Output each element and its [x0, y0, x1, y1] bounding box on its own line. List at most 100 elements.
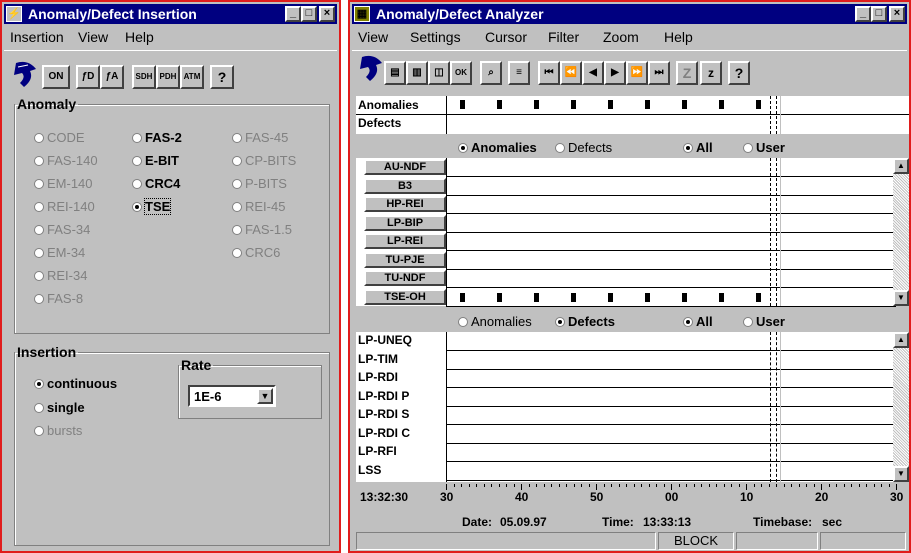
- cursor-line-b[interactable]: [776, 96, 778, 134]
- scroll-up-icon[interactable]: ▲: [893, 332, 909, 348]
- anomaly-radio[interactable]: FAS-140: [34, 153, 98, 168]
- search-icon[interactable]: ⌕: [480, 61, 502, 85]
- radio-single[interactable]: single: [34, 400, 85, 415]
- cursor-line-b[interactable]: [776, 332, 778, 482]
- menu-settings[interactable]: Settings: [410, 29, 461, 45]
- sdh-button[interactable]: SDH: [132, 65, 156, 89]
- filter1-user[interactable]: User: [743, 140, 785, 155]
- row-label[interactable]: LP-REI: [364, 233, 446, 249]
- fast-back-icon[interactable]: ⏪: [560, 61, 582, 85]
- scroll-up-icon[interactable]: ▲: [893, 158, 909, 174]
- menu-help[interactable]: Help: [664, 29, 693, 45]
- split-view-icon[interactable]: ◫: [428, 61, 450, 85]
- axis-tick-mark: [701, 484, 702, 487]
- atm-button[interactable]: ATM: [180, 65, 204, 89]
- table-view-icon[interactable]: ▥: [406, 61, 428, 85]
- zoom-in-button[interactable]: z: [700, 61, 722, 85]
- row-label[interactable]: TU-PJE: [364, 252, 446, 268]
- anomaly-radio[interactable]: FAS-34: [34, 222, 90, 237]
- anomaly-radio[interactable]: FAS-2: [132, 130, 182, 145]
- first-icon[interactable]: ⏮: [538, 61, 560, 85]
- cursor-line-a[interactable]: [770, 332, 772, 482]
- anomaly-radio[interactable]: EM-34: [34, 245, 85, 260]
- insertion-title-bar[interactable]: ⚡ Anomaly/Defect Insertion _ □ ×: [4, 4, 337, 24]
- menu-cursor[interactable]: Cursor: [485, 29, 527, 45]
- last-icon[interactable]: ⏭: [648, 61, 670, 85]
- menu-help[interactable]: Help: [125, 29, 154, 45]
- cursor-line-a[interactable]: [770, 158, 772, 306]
- row-label[interactable]: TU-NDF: [364, 270, 446, 286]
- anomaly-radio-dot: [232, 133, 242, 143]
- pdh-button[interactable]: PDH: [156, 65, 180, 89]
- anomaly-radio-label: E-BIT: [145, 153, 179, 168]
- list-filter-icon[interactable]: ≡: [508, 61, 530, 85]
- filter2-anomalies[interactable]: Anomalies: [458, 314, 532, 329]
- insert-defect-button[interactable]: ƒD: [76, 65, 100, 89]
- filter2-all[interactable]: All: [683, 314, 713, 329]
- scroll-track[interactable]: [893, 348, 909, 466]
- minimize-button[interactable]: _: [855, 6, 871, 22]
- anomaly-radio[interactable]: FAS-1.5: [232, 222, 292, 237]
- anomaly-radio[interactable]: EM-140: [34, 176, 93, 191]
- row-gridline: [446, 176, 896, 177]
- chevron-down-icon[interactable]: ▼: [257, 388, 273, 404]
- zoom-out-button[interactable]: Z: [676, 61, 698, 85]
- cursor-line-b[interactable]: [776, 158, 778, 306]
- menu-view[interactable]: View: [358, 29, 388, 45]
- anomaly-radio[interactable]: REI-140: [34, 199, 95, 214]
- filter1-anomalies[interactable]: Anomalies: [458, 140, 537, 155]
- anomaly-radio[interactable]: REI-34: [34, 268, 87, 283]
- scroll-down-icon[interactable]: ▼: [893, 466, 909, 482]
- maximize-button[interactable]: □: [871, 6, 887, 22]
- anomaly-radio[interactable]: REI-45: [232, 199, 285, 214]
- radio-bursts[interactable]: bursts: [34, 423, 82, 438]
- filter1-all[interactable]: All: [683, 140, 713, 155]
- row-label[interactable]: LP-BIP: [364, 215, 446, 231]
- row-label[interactable]: TSE-OH: [364, 289, 446, 305]
- forward-icon[interactable]: ▶: [604, 61, 626, 85]
- maximize-button[interactable]: □: [301, 6, 317, 22]
- filter2-defects[interactable]: Defects: [555, 314, 615, 329]
- ok-icon[interactable]: OK: [450, 61, 472, 85]
- insert-anomaly-button[interactable]: ƒA: [100, 65, 124, 89]
- menu-filter[interactable]: Filter: [548, 29, 579, 45]
- back-icon[interactable]: ◀: [582, 61, 604, 85]
- anomaly-radio[interactable]: CP-BITS: [232, 153, 296, 168]
- scroll-track[interactable]: [893, 174, 909, 290]
- menu-zoom[interactable]: Zoom: [603, 29, 639, 45]
- close-button[interactable]: ×: [889, 6, 905, 22]
- row-label[interactable]: HP-REI: [364, 196, 446, 212]
- anomaly-radio[interactable]: E-BIT: [132, 153, 179, 168]
- anomaly-radio[interactable]: TSE: [132, 198, 172, 215]
- menu-view[interactable]: View: [78, 29, 108, 45]
- filter1-defects[interactable]: Defects: [555, 140, 612, 155]
- chart-view-icon[interactable]: ▤: [384, 61, 406, 85]
- anomaly-radio[interactable]: P-BITS: [232, 176, 287, 191]
- anomaly-scrollbar[interactable]: ▲ ▼: [893, 158, 909, 306]
- anomaly-radio[interactable]: FAS-45: [232, 130, 288, 145]
- anomaly-radio[interactable]: CODE: [34, 130, 85, 145]
- scroll-down-icon[interactable]: ▼: [893, 290, 909, 306]
- anomaly-radio[interactable]: CRC6: [232, 245, 280, 260]
- on-button[interactable]: ON: [42, 65, 70, 89]
- close-button[interactable]: ×: [319, 6, 335, 22]
- anomaly-radio[interactable]: CRC4: [132, 176, 180, 191]
- row-label[interactable]: B3: [364, 178, 446, 194]
- minimize-button[interactable]: _: [285, 6, 301, 22]
- cursor-line-a[interactable]: [770, 96, 772, 134]
- help-button[interactable]: ?: [210, 65, 234, 89]
- anomaly-radio[interactable]: FAS-8: [34, 291, 83, 306]
- menu-insertion[interactable]: Insertion: [10, 29, 64, 45]
- row-label: LSS: [358, 463, 382, 477]
- help-button[interactable]: ?: [728, 61, 750, 85]
- analyzer-title-bar[interactable]: ▦ Anomaly/Defect Analyzer _ □ ×: [352, 4, 907, 24]
- anomaly-radio-label: FAS-2: [145, 130, 182, 145]
- fast-forward-icon[interactable]: ⏩: [626, 61, 648, 85]
- axis-tick-mark: [776, 484, 777, 487]
- rate-select[interactable]: 1E-6 ▼: [188, 385, 276, 407]
- status-pane-1: [356, 532, 656, 550]
- filter2-user[interactable]: User: [743, 314, 785, 329]
- radio-continuous[interactable]: continuous: [34, 376, 117, 391]
- defect-scrollbar[interactable]: ▲ ▼: [893, 332, 909, 482]
- row-label[interactable]: AU-NDF: [364, 159, 446, 175]
